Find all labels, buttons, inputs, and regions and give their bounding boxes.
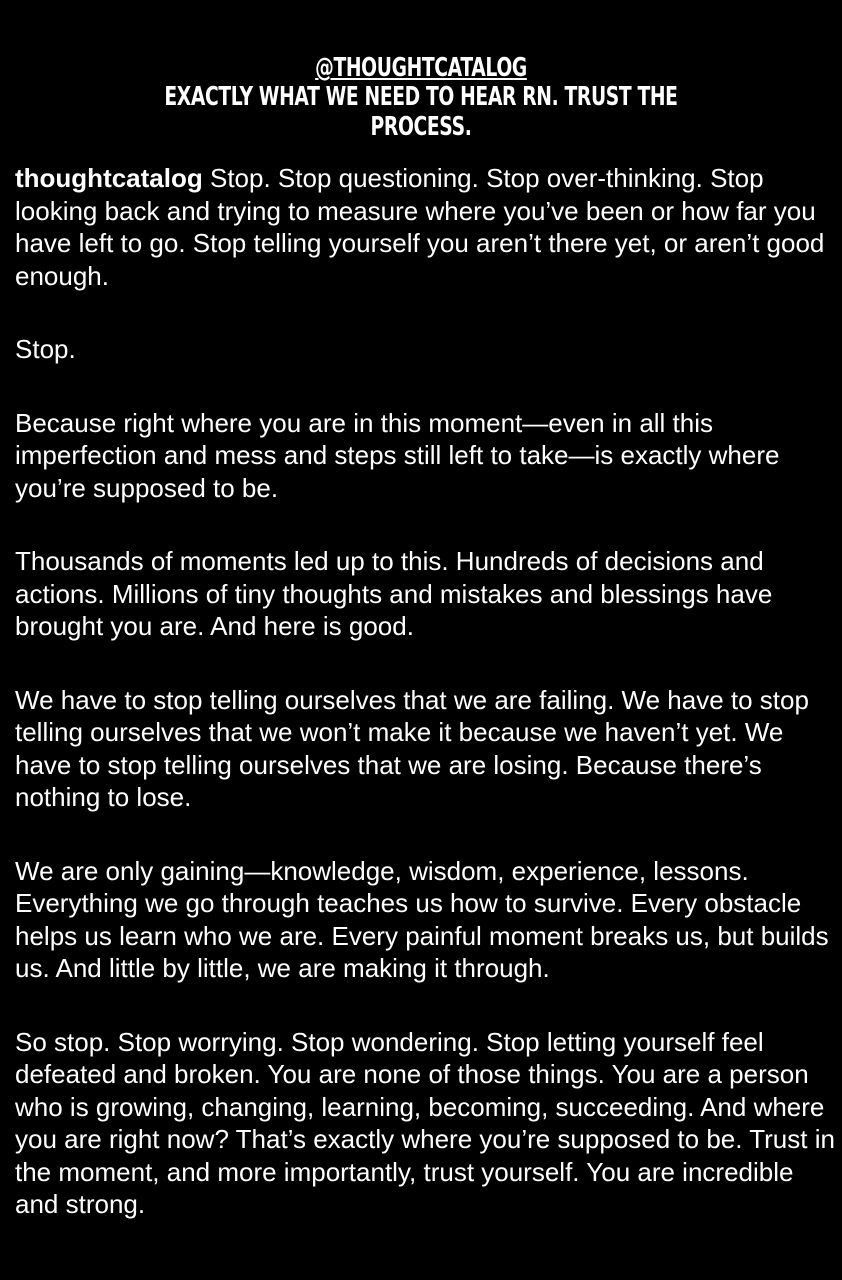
- caption-paragraph: Stop.: [15, 334, 76, 364]
- caption-paragraph: Thousands of moments led up to this. Hun…: [15, 546, 773, 641]
- mention-link-thoughtcatalog[interactable]: @THOUGHTCATALOG: [118, 54, 724, 82]
- caption-paragraph: We have to stop telling ourselves that w…: [15, 684, 809, 813]
- overlay-caption-text: EXACTLY WHAT WE NEED TO HEAR RN. TRUST T…: [164, 82, 678, 142]
- caption-paragraph: So stop. Stop worrying. Stop wondering. …: [15, 1026, 835, 1220]
- caption-paragraph: We are only gaining—knowledge, wisdom, e…: [15, 855, 829, 984]
- caption-paragraph: Because right where you are in this mome…: [15, 407, 780, 503]
- caption-paragraph: thoughtcatalog Stop. Stop questioning. S…: [15, 162, 835, 292]
- post-caption: thoughtcatalog Stop. Stop questioning. S…: [15, 162, 835, 1262]
- overlay-header: @THOUGHTCATALOG EXACTLY WHAT WE NEED TO …: [118, 54, 724, 142]
- username-link[interactable]: thoughtcatalog: [15, 163, 203, 193]
